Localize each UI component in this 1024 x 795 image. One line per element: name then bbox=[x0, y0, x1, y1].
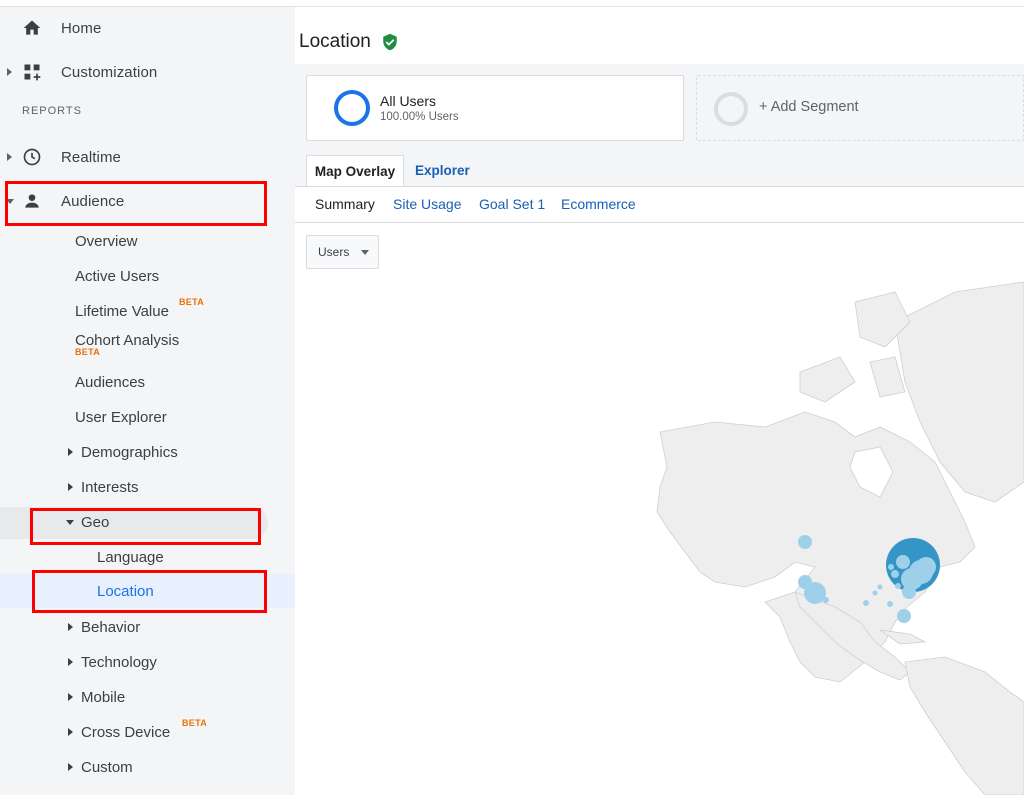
highlight-box-geo bbox=[30, 508, 261, 545]
sidebar-item-technology[interactable]: Technology bbox=[0, 647, 295, 677]
reports-section-label: REPORTS bbox=[22, 105, 82, 117]
expand-caret-icon bbox=[68, 483, 73, 491]
sidebar-item-audiences[interactable]: Audiences bbox=[0, 367, 295, 397]
map-bubble bbox=[902, 585, 916, 599]
beta-badge: BETA bbox=[179, 297, 205, 307]
sidebar-item-label: Audiences bbox=[75, 373, 146, 391]
map-bubble bbox=[872, 590, 878, 596]
sidebar-item-label: Lifetime Value bbox=[75, 302, 169, 320]
sidebar-item-lifetime-value[interactable]: Lifetime Value BETA bbox=[0, 296, 295, 326]
segment-placeholder-ring-icon bbox=[714, 92, 748, 126]
sidebar-item-label: Active Users bbox=[75, 267, 160, 285]
sidebar-item-label: Demographics bbox=[81, 443, 178, 461]
expand-caret-icon bbox=[68, 728, 73, 736]
tab-explorer[interactable]: Explorer bbox=[415, 163, 470, 178]
map-bubble bbox=[804, 582, 826, 604]
sidebar-item-label: Cohort Analysis bbox=[75, 331, 180, 349]
shield-check-icon bbox=[383, 33, 397, 51]
segment-ring-icon bbox=[334, 90, 370, 126]
sidebar-item-label: Mobile bbox=[81, 688, 126, 706]
chevron-down-icon bbox=[361, 250, 369, 255]
sidebar-item-cross-device[interactable]: Cross Device BETA bbox=[0, 717, 295, 747]
sidebar-item-interests[interactable]: Interests bbox=[0, 472, 295, 502]
sidebar-item-behavior[interactable]: Behavior bbox=[0, 612, 295, 642]
map-bubble bbox=[896, 555, 910, 569]
segment-percent: 100.00% Users bbox=[380, 111, 459, 123]
sidebar-item-label: User Explorer bbox=[75, 408, 167, 426]
map-bubble bbox=[897, 609, 911, 623]
sidebar-item-label: Overview bbox=[75, 232, 138, 250]
sidebar-item-realtime[interactable]: Realtime bbox=[0, 140, 295, 174]
clock-icon bbox=[23, 148, 41, 166]
expand-caret-icon bbox=[68, 448, 73, 456]
map-region-south-america bbox=[904, 656, 1024, 795]
map-region-arctic-islands-3 bbox=[869, 356, 906, 398]
expand-caret-icon bbox=[68, 658, 73, 666]
expand-caret-icon[interactable] bbox=[7, 68, 12, 76]
tab-map-overlay[interactable]: Map Overlay bbox=[306, 155, 404, 187]
expand-caret-icon[interactable] bbox=[7, 153, 12, 161]
page-title: Location bbox=[299, 31, 371, 52]
add-segment-button[interactable]: + Add Segment bbox=[696, 75, 1024, 141]
map-bubble bbox=[877, 584, 883, 590]
subtab-ecommerce[interactable]: Ecommerce bbox=[561, 196, 636, 212]
map-bubble bbox=[887, 601, 893, 607]
sidebar-item-cohort-analysis[interactable]: Cohort Analysis BETA bbox=[0, 325, 295, 358]
metric-dropdown-label: Users bbox=[318, 245, 350, 259]
segment-name: All Users bbox=[380, 93, 437, 109]
beta-badge: BETA bbox=[75, 347, 101, 357]
sidebar-item-label: Language bbox=[97, 548, 164, 566]
map-bubble bbox=[895, 583, 901, 589]
sidebar-item-mobile[interactable]: Mobile bbox=[0, 682, 295, 712]
subtab-site-usage[interactable]: Site Usage bbox=[393, 196, 461, 212]
map-bubble bbox=[888, 564, 894, 570]
sidebar-item-label: Technology bbox=[81, 653, 157, 671]
map-bubble bbox=[798, 535, 812, 549]
dashboard-plus-icon bbox=[24, 64, 41, 81]
sidebar-item-home[interactable]: Home bbox=[0, 11, 295, 45]
sidebar-item-label: Behavior bbox=[81, 618, 141, 636]
sidebar-item-custom[interactable]: Custom bbox=[0, 752, 295, 782]
sidebar-item-label: Realtime bbox=[61, 148, 121, 166]
map-bubble bbox=[823, 597, 829, 603]
highlight-box-location bbox=[32, 570, 267, 613]
sidebar-item-label: Cross Device bbox=[81, 723, 171, 741]
map-bubble bbox=[891, 570, 899, 578]
expand-caret-icon bbox=[68, 763, 73, 771]
sidebar-item-label: Custom bbox=[81, 758, 133, 776]
map-bubble bbox=[863, 600, 869, 606]
view-tabs: Map Overlay Explorer bbox=[295, 155, 1024, 187]
sidebar-item-label: Customization bbox=[61, 63, 158, 81]
sidebar-item-customization[interactable]: Customization bbox=[0, 55, 295, 89]
add-segment-label: + Add Segment bbox=[759, 99, 859, 115]
expand-caret-icon bbox=[68, 693, 73, 701]
subtab-goal-set-1[interactable]: Goal Set 1 bbox=[479, 196, 545, 212]
subtab-summary[interactable]: Summary bbox=[315, 196, 375, 212]
sidebar-item-demographics[interactable]: Demographics bbox=[0, 437, 295, 467]
sidebar-item-user-explorer[interactable]: User Explorer bbox=[0, 402, 295, 432]
sidebar-item-language[interactable]: Language bbox=[0, 542, 295, 572]
segment-card-all-users[interactable]: All Users 100.00% Users bbox=[306, 75, 684, 141]
sidebar-item-active-users[interactable]: Active Users bbox=[0, 261, 295, 291]
highlight-box-audience bbox=[5, 181, 267, 226]
beta-badge: BETA bbox=[182, 718, 208, 728]
map-region-arctic-islands-2 bbox=[799, 356, 856, 403]
sidebar-item-label: Interests bbox=[81, 478, 139, 496]
world-map[interactable] bbox=[295, 262, 1024, 795]
report-subtabs: Summary Site Usage Goal Set 1 Ecommerce bbox=[295, 187, 1024, 223]
home-icon bbox=[23, 20, 41, 35]
sidebar-item-overview[interactable]: Overview bbox=[0, 226, 295, 256]
expand-caret-icon bbox=[68, 623, 73, 631]
sidebar-item-label: Home bbox=[61, 19, 102, 37]
